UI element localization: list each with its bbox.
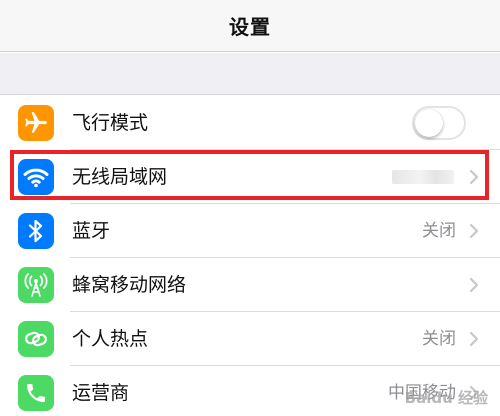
chevron-right-icon	[469, 331, 479, 347]
phone-icon	[18, 375, 54, 411]
obscured-network-name	[392, 170, 454, 184]
settings-row-label: 运营商	[72, 382, 130, 404]
navigation-bar: 设置	[0, 0, 500, 52]
hotspot-link-icon	[18, 321, 54, 357]
settings-row-label: 个人热点	[72, 328, 149, 350]
settings-row-wifi[interactable]: 无线局域网	[0, 150, 500, 204]
bluetooth-status-value: 关闭	[422, 221, 456, 241]
settings-row-personal-hotspot[interactable]: 个人热点 关闭	[0, 312, 500, 366]
airplane-icon	[18, 105, 54, 141]
settings-row-label: 蜂窝移动网络	[72, 274, 187, 296]
airplane-mode-toggle[interactable]	[412, 106, 466, 140]
settings-row-bluetooth[interactable]: 蓝牙 关闭	[0, 204, 500, 258]
settings-row-cellular[interactable]: 蜂窝移动网络	[0, 258, 500, 312]
page-title: 设置	[229, 15, 271, 39]
settings-row-airplane-mode: 飞行模式	[0, 96, 500, 150]
toggle-knob	[415, 109, 443, 137]
wifi-icon	[18, 159, 54, 195]
baidu-jingyan-watermark: Baidu 经验	[404, 389, 488, 407]
settings-list: 飞行模式 无线局域网 蓝牙 关闭 蜂窝移动网络 个人热点 关闭 运营商 中国移动	[0, 96, 500, 416]
chevron-right-icon	[469, 277, 479, 293]
settings-row-label: 蓝牙	[72, 220, 111, 242]
settings-row-label: 飞行模式	[72, 112, 149, 134]
group-separator	[0, 53, 500, 95]
bluetooth-icon	[18, 213, 54, 249]
settings-row-label: 无线局域网	[72, 166, 168, 188]
cellular-antenna-icon	[18, 267, 54, 303]
chevron-right-icon	[469, 169, 479, 185]
chevron-right-icon	[469, 223, 479, 239]
hotspot-status-value: 关闭	[422, 329, 456, 349]
